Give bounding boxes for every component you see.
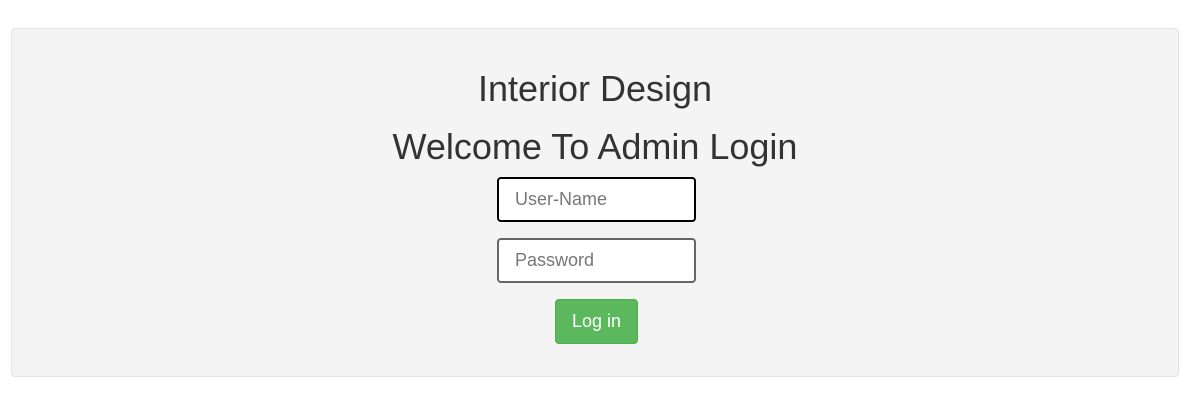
username-input[interactable]: [497, 177, 696, 222]
password-input[interactable]: [497, 238, 696, 283]
login-button[interactable]: Log in: [555, 299, 638, 344]
login-heading: Welcome To Admin Login: [392, 126, 798, 167]
app-title: Interior Design: [477, 68, 713, 109]
login-panel: Interior Design Welcome To Admin Login L…: [11, 28, 1179, 377]
